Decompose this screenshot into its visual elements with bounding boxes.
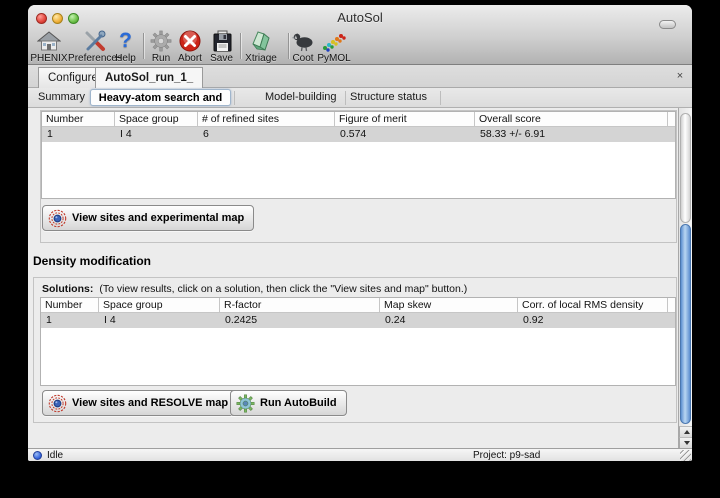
status-text: Idle bbox=[47, 450, 63, 461]
tab-heavy-atom-search[interactable]: Heavy-atom search and phasing bbox=[90, 89, 231, 106]
arrow-down-icon bbox=[684, 441, 690, 445]
cell-number: 1 bbox=[42, 127, 115, 142]
cell-map-skew: 0.24 bbox=[380, 313, 518, 328]
density-modification-box: Solutions: (To view results, click on a s… bbox=[33, 277, 677, 423]
main-tab-bar: Configure AutoSol_run_1_ × bbox=[28, 65, 692, 88]
heavy-atom-panel: Number Space group # of refined sites Fi… bbox=[28, 108, 692, 448]
toolbar-pymol-label: PyMOL bbox=[316, 53, 352, 64]
title-bar: AutoSol PHENIX bbox=[28, 5, 692, 65]
view-experimental-map-label: View sites and experimental map bbox=[72, 212, 244, 224]
phasing-table-header: Number Space group # of refined sites Fi… bbox=[42, 112, 675, 127]
save-icon bbox=[206, 29, 237, 53]
tab-summary[interactable]: Summary bbox=[38, 88, 85, 107]
phasing-solutions-box: Number Space group # of refined sites Fi… bbox=[40, 110, 677, 243]
column-header[interactable]: R-factor bbox=[220, 298, 380, 312]
toolbar-run-button[interactable]: Run bbox=[147, 29, 175, 65]
density-modification-heading: Density modification bbox=[33, 254, 151, 268]
cell-space-group: I 4 bbox=[115, 127, 198, 142]
toolbar-phenix-label: PHENIX bbox=[30, 53, 68, 64]
toolbar-abort-label: Abort bbox=[174, 53, 206, 64]
toolbar-coot-button[interactable]: Coot bbox=[290, 29, 316, 65]
autosol-window: AutoSol PHENIX bbox=[28, 5, 692, 461]
column-header[interactable]: Number bbox=[41, 298, 99, 312]
phasing-solution-row[interactable]: 1 I 4 6 0.574 58.33 +/- 6.91 bbox=[42, 127, 675, 142]
arrow-up-icon bbox=[684, 430, 690, 434]
column-header[interactable]: Figure of merit bbox=[335, 112, 475, 126]
solutions-hint: Solutions: (To view results, click on a s… bbox=[42, 283, 467, 295]
toolbar-toggle-button[interactable] bbox=[659, 20, 676, 29]
column-header bbox=[668, 298, 675, 312]
toolbar-separator bbox=[143, 33, 144, 59]
phasing-solutions-table[interactable]: Number Space group # of refined sites Fi… bbox=[41, 111, 676, 199]
toolbar-separator bbox=[240, 33, 241, 59]
close-tab-icon[interactable]: × bbox=[673, 69, 687, 83]
scroll-up-button[interactable] bbox=[679, 426, 692, 437]
toolbar-save-label: Save bbox=[206, 53, 237, 64]
resize-grip[interactable] bbox=[680, 450, 691, 461]
view-resolve-map-button[interactable]: View sites and RESOLVE map bbox=[42, 390, 238, 416]
toolbar-coot-label: Coot bbox=[290, 53, 316, 64]
cell-number: 1 bbox=[41, 313, 99, 328]
column-header bbox=[668, 112, 675, 126]
phenix-home-icon bbox=[30, 29, 68, 53]
subtab-separator bbox=[440, 91, 441, 105]
column-header[interactable]: Corr. of local RMS density bbox=[518, 298, 668, 312]
column-header[interactable]: # of refined sites bbox=[198, 112, 335, 126]
subtab-separator bbox=[234, 91, 235, 105]
density-solution-row[interactable]: 1 I 4 0.2425 0.24 0.92 bbox=[41, 313, 675, 328]
toolbar-help-button[interactable]: ? Help bbox=[110, 29, 141, 65]
coot-bird-icon bbox=[290, 29, 316, 53]
column-header[interactable]: Number bbox=[42, 112, 115, 126]
toolbar-run-label: Run bbox=[147, 53, 175, 64]
run-autobuild-label: Run AutoBuild bbox=[260, 397, 337, 409]
cell-figure-of-merit: 0.574 bbox=[335, 127, 475, 142]
cell-space-group: I 4 bbox=[99, 313, 220, 328]
run-gear-icon bbox=[147, 29, 175, 53]
abort-icon bbox=[174, 29, 206, 53]
column-header[interactable]: Space group bbox=[115, 112, 198, 126]
toolbar-save-button[interactable]: Save bbox=[206, 29, 237, 65]
density-map-icon bbox=[48, 209, 67, 228]
view-resolve-map-label: View sites and RESOLVE map bbox=[72, 397, 228, 409]
project-label: Project: p9-sad bbox=[473, 450, 540, 461]
subtab-bar: Summary Heavy-atom search and phasing Mo… bbox=[28, 88, 692, 108]
subtab-separator bbox=[345, 91, 346, 105]
cell-rms-density-corr: 0.92 bbox=[518, 313, 668, 328]
vertical-scrollbar[interactable] bbox=[678, 108, 692, 448]
density-solutions-table[interactable]: Number Space group R-factor Map skew Cor… bbox=[40, 297, 676, 386]
column-header[interactable]: Overall score bbox=[475, 112, 668, 126]
column-header[interactable]: Space group bbox=[99, 298, 220, 312]
toolbar-xtriage-button[interactable]: Xtriage bbox=[242, 29, 280, 65]
cell-overall-score: 58.33 +/- 6.91 bbox=[475, 127, 668, 142]
solutions-note: (To view results, click on a solution, t… bbox=[99, 283, 467, 295]
column-header[interactable]: Map skew bbox=[380, 298, 518, 312]
toolbar-pymol-button[interactable]: PyMOL bbox=[316, 29, 352, 65]
cell-r-factor: 0.2425 bbox=[220, 313, 380, 328]
pymol-icon bbox=[316, 29, 352, 53]
run-autobuild-button[interactable]: Run AutoBuild bbox=[230, 390, 347, 416]
toolbar-separator bbox=[288, 33, 289, 59]
xtriage-crystal-icon bbox=[242, 29, 280, 53]
autobuild-icon bbox=[236, 394, 255, 413]
toolbar-phenix-button[interactable]: PHENIX bbox=[30, 29, 68, 65]
cell-refined-sites: 6 bbox=[198, 127, 335, 142]
tab-autosol-run[interactable]: AutoSol_run_1_ bbox=[95, 67, 203, 88]
window-title: AutoSol bbox=[28, 10, 692, 25]
scrollbar-thumb-upper[interactable] bbox=[680, 113, 691, 223]
density-map-icon bbox=[48, 394, 67, 413]
solutions-label: Solutions: bbox=[42, 283, 93, 295]
scrollbar-thumb[interactable] bbox=[680, 224, 691, 424]
status-bar: Idle Project: p9-sad bbox=[28, 448, 692, 461]
toolbar-xtriage-label: Xtriage bbox=[242, 53, 280, 64]
view-experimental-map-button[interactable]: View sites and experimental map bbox=[42, 205, 254, 231]
scroll-down-button[interactable] bbox=[679, 437, 692, 448]
toolbar-help-label: Help bbox=[110, 53, 141, 64]
status-indicator-icon bbox=[33, 451, 42, 460]
help-icon: ? bbox=[110, 29, 141, 53]
tab-model-building[interactable]: Model-building bbox=[265, 88, 337, 107]
tab-structure-status[interactable]: Structure status bbox=[350, 88, 427, 107]
toolbar-abort-button[interactable]: Abort bbox=[174, 29, 206, 65]
density-table-header: Number Space group R-factor Map skew Cor… bbox=[41, 298, 675, 313]
